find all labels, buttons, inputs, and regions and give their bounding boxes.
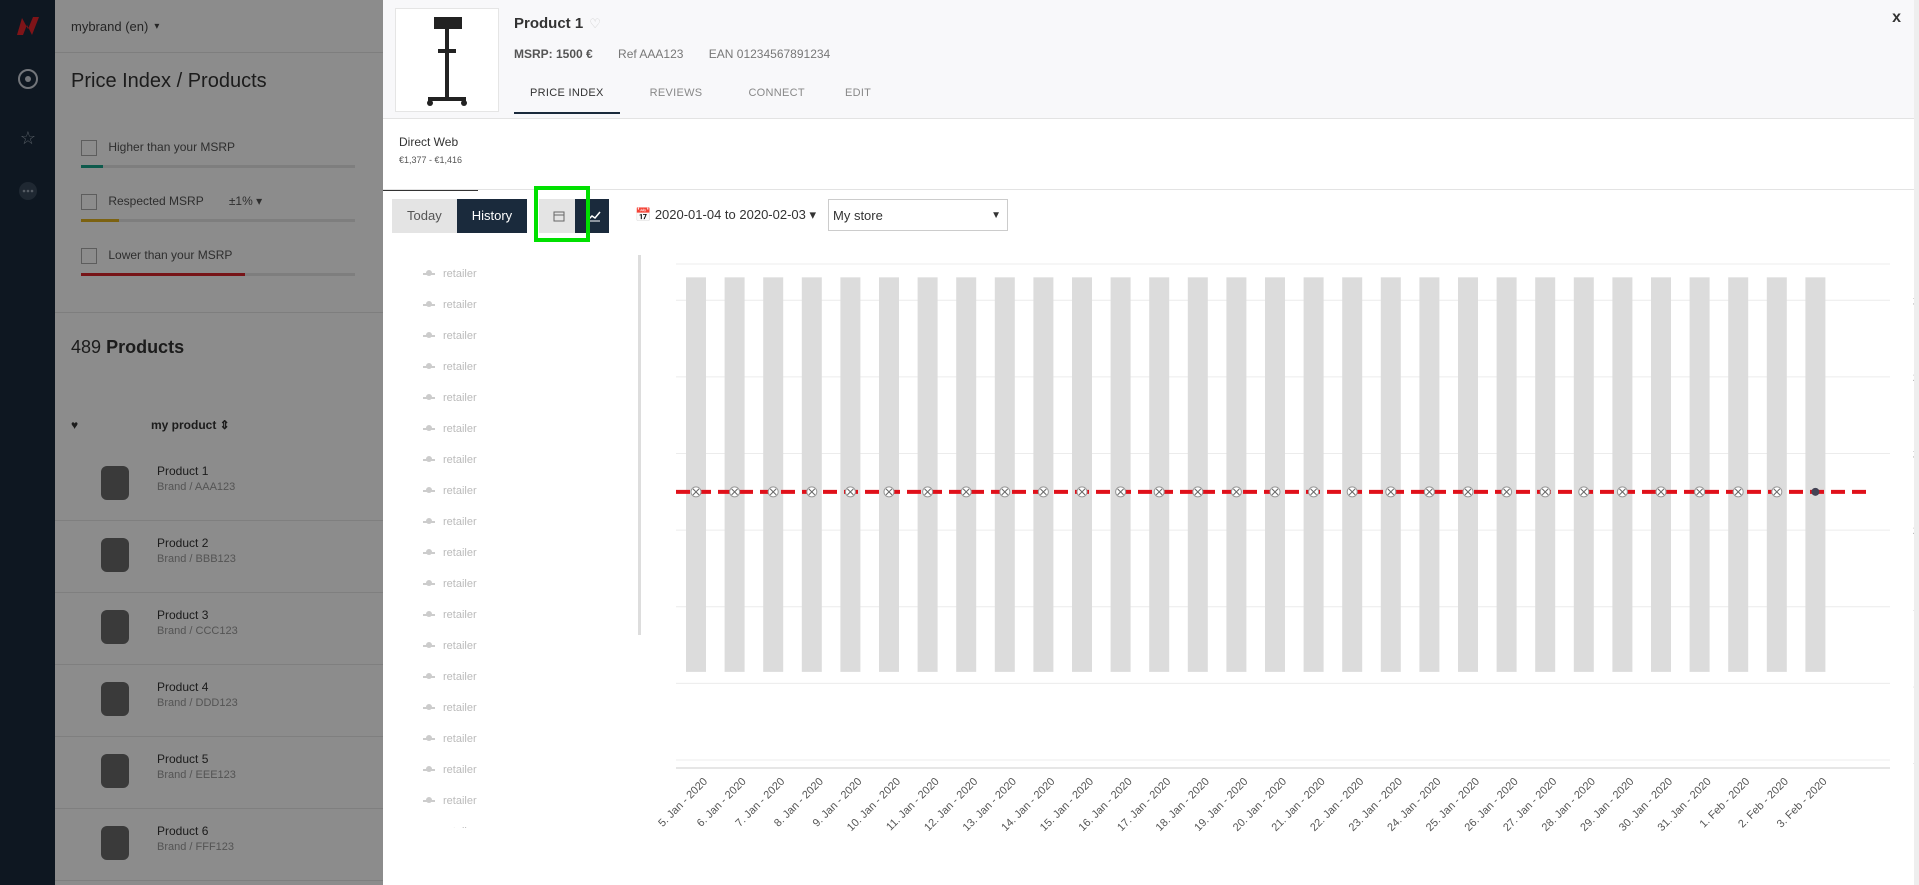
bar: [801, 277, 822, 672]
bar: [1226, 277, 1247, 672]
divider: [383, 189, 1919, 190]
date-range-picker[interactable]: 📅 2020-01-04 to 2020-02-03 ▾: [629, 199, 822, 231]
bar: [1573, 277, 1594, 672]
date-range-value: 2020-01-04 to 2020-02-03: [654, 207, 806, 222]
close-icon[interactable]: x: [1892, 9, 1901, 27]
bar: [1110, 277, 1131, 672]
bar: [763, 277, 784, 672]
bar: [1380, 277, 1401, 672]
bar: [1265, 277, 1285, 672]
product-title: Product 1 ♡: [514, 15, 601, 32]
caret-down-icon: ▼: [991, 210, 1001, 221]
channel-name: Direct Web: [399, 135, 459, 149]
bar: [1419, 277, 1440, 672]
bar: [1072, 277, 1092, 672]
product-meta: MSRP: 1500 € Ref AAA123 EAN 012345678912…: [514, 47, 852, 61]
tab-connect[interactable]: CONNECT: [732, 80, 821, 114]
bar: [1187, 277, 1208, 672]
data-point: [1811, 487, 1820, 496]
favorite-heart-icon[interactable]: ♡: [589, 16, 601, 31]
highlight-box: [534, 186, 590, 242]
bar: [1149, 277, 1170, 672]
bar: [1612, 277, 1633, 672]
tab-reviews[interactable]: REVIEWS: [634, 80, 719, 114]
bar: [1342, 277, 1363, 672]
calendar-icon: 📅: [635, 207, 652, 222]
bar: [1496, 277, 1517, 672]
bar: [1766, 277, 1787, 672]
reference: Ref AAA123: [618, 47, 684, 61]
caret-down-icon: ▾: [809, 207, 817, 222]
panel-tabs: PRICE INDEX REVIEWS CONNECT EDIT: [514, 80, 887, 114]
product-detail-panel: Product 1 ♡ MSRP: 1500 € Ref AAA123 EAN 0…: [383, 0, 1919, 885]
bar: [956, 277, 977, 672]
bar: [879, 277, 899, 672]
bar: [1689, 277, 1710, 672]
bar: [1303, 277, 1324, 672]
panel-header: Product 1 ♡ MSRP: 1500 € Ref AAA123 EAN 0…: [383, 0, 1919, 119]
channel-tab[interactable]: Direct Web €1,377 - €1,416: [383, 119, 478, 191]
modal-overlay[interactable]: [0, 0, 383, 885]
store-select[interactable]: My store ▼: [828, 199, 1008, 231]
tab-price-index[interactable]: PRICE INDEX: [514, 80, 620, 114]
bar: [686, 277, 706, 672]
msrp: MSRP: 1500 €: [514, 47, 593, 61]
bar: [840, 277, 861, 672]
tab-edit[interactable]: EDIT: [829, 80, 887, 114]
bar: [1535, 277, 1556, 672]
bar: [1651, 277, 1671, 672]
history-button[interactable]: History: [456, 199, 528, 233]
bar: [1033, 277, 1054, 672]
bar: [1458, 277, 1478, 672]
ean: EAN 01234567891234: [708, 47, 831, 61]
channel-price-range: €1,377 - €1,416: [399, 155, 463, 165]
bar: [1805, 277, 1826, 672]
product-image: [395, 8, 499, 112]
price-history-chart: 14001600180020002200240026004. Jan - 202…: [642, 263, 1919, 834]
bar: [917, 277, 938, 672]
panel-scrollbar[interactable]: [1914, 0, 1919, 885]
store-select-value: My store: [833, 208, 883, 223]
bar: [1728, 277, 1749, 672]
product-title-text: Product 1: [514, 15, 584, 32]
bar: [994, 277, 1015, 672]
bar: [724, 277, 745, 672]
today-button[interactable]: Today: [392, 199, 457, 233]
